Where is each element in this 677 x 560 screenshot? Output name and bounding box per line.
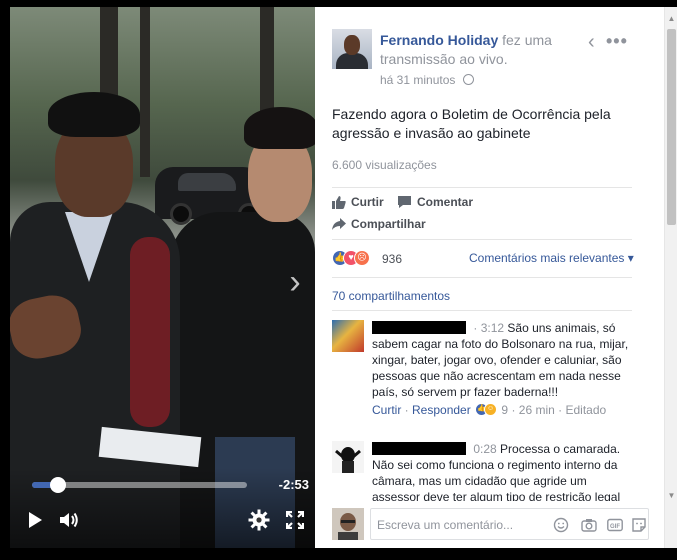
more-options-icon[interactable]: •••: [606, 31, 628, 51]
time-remaining: -2:53: [278, 477, 309, 492]
post-panel: Fernando Holiday fez uma transmissão ao …: [315, 7, 664, 548]
share-button[interactable]: Compartilhar: [332, 217, 426, 231]
panel-scrollbar[interactable]: ▲ ▼: [664, 7, 677, 548]
play-icon[interactable]: [26, 511, 44, 529]
comment-reactions[interactable]: 👍 ☺: [474, 403, 498, 416]
thumbs-up-icon: [332, 196, 346, 209]
video-lightbox: × › -2:53: [0, 0, 677, 560]
divider: [332, 187, 632, 188]
post-time[interactable]: há 31 minutos: [380, 73, 455, 87]
video-player[interactable]: › -2:53: [10, 7, 315, 548]
scene-tree: [140, 7, 150, 177]
current-user-avatar-image: [332, 508, 364, 540]
person-left-sleeve: [130, 237, 170, 427]
comment-edited[interactable]: Editado: [565, 403, 606, 417]
comment-item: · 3:12 São uns animais, só sabem cagar n…: [332, 320, 632, 435]
comment-sort-dropdown[interactable]: Comentários mais relevantes ▾: [469, 251, 634, 265]
comment-bubble-icon: [398, 196, 411, 208]
progress-handle[interactable]: [49, 477, 66, 493]
scroll-thumb[interactable]: [667, 29, 676, 225]
avatar-face: [344, 35, 360, 55]
person-left-hair: [48, 92, 140, 137]
comment-reaction-count: 9: [501, 403, 509, 417]
view-count: 6.600 visualizações: [332, 158, 437, 172]
share-arrow-icon: [332, 218, 346, 230]
progress-bar[interactable]: [32, 477, 247, 493]
fullscreen-icon[interactable]: [286, 511, 304, 529]
gif-icon[interactable]: GIF: [607, 517, 623, 533]
comment-actions: Curtir · Responder 👍 ☺ 9 · 26 min · Edit…: [372, 403, 607, 417]
post-header: Fernando Holiday fez uma transmissão ao …: [380, 31, 580, 69]
author-avatar[interactable]: [332, 29, 372, 69]
post-meta: há 31 minutos: [380, 73, 474, 87]
commenter-avatar[interactable]: [332, 441, 364, 473]
divider: [332, 310, 632, 311]
commenter-avatar[interactable]: [332, 320, 364, 352]
gear-icon[interactable]: [248, 509, 270, 531]
comment-reply-link[interactable]: Responder: [412, 403, 471, 417]
globe-icon: [462, 74, 474, 85]
back-chevron-icon[interactable]: ‹: [588, 31, 595, 53]
divider: [332, 239, 632, 240]
author-name[interactable]: Fernando Holiday: [380, 32, 498, 48]
like-label: Curtir: [351, 195, 384, 209]
comment-label: Comentar: [417, 195, 474, 209]
comment-body: · 3:12 São uns animais, só sabem cagar n…: [372, 320, 630, 418]
comment-input-placeholder: Escreva um comentário...: [377, 518, 514, 532]
current-user-avatar: [332, 508, 364, 540]
next-video-chevron-icon[interactable]: ›: [280, 262, 310, 302]
like-button[interactable]: Curtir: [332, 195, 384, 209]
share-count[interactable]: 70 compartilhamentos: [332, 289, 450, 303]
angry-reaction-icon: ☹: [354, 250, 370, 266]
emoji-icon[interactable]: [553, 517, 569, 533]
redacted-name: [372, 442, 466, 455]
share-label: Compartilhar: [351, 217, 426, 231]
sticker-icon[interactable]: [631, 517, 647, 533]
camera-icon[interactable]: [581, 517, 597, 533]
comment-video-time[interactable]: 0:28: [473, 442, 496, 456]
avatar-suit: [336, 53, 368, 69]
scroll-up-arrow-icon[interactable]: ▲: [667, 14, 676, 23]
scene-car-window: [178, 173, 236, 191]
volume-icon[interactable]: [58, 510, 80, 530]
svg-text:GIF: GIF: [610, 524, 620, 530]
commenter-avatar-image: [335, 447, 361, 473]
haha-reaction-icon: ☺: [484, 403, 498, 416]
divider: [332, 277, 632, 278]
redacted-name: [372, 321, 466, 334]
comment-body: 0:28 Processa o camarada. Não sei como f…: [372, 441, 630, 501]
reaction-count: 936: [382, 252, 403, 266]
post-text: Fazendo agora o Boletim de Ocorrência pe…: [332, 106, 611, 141]
comment-button[interactable]: Comentar: [397, 195, 473, 209]
comment-like-link[interactable]: Curtir: [372, 403, 401, 417]
comment-age[interactable]: 26 min: [519, 403, 555, 417]
person-right-hair: [244, 107, 315, 149]
comment-item: 0:28 Processa o camarada. Não sei como f…: [332, 441, 632, 501]
comment-video-time[interactable]: · 3:12: [473, 321, 504, 335]
comment-input[interactable]: Escreva um comentário... GIF: [370, 508, 649, 540]
scroll-down-arrow-icon[interactable]: ▼: [667, 491, 676, 500]
